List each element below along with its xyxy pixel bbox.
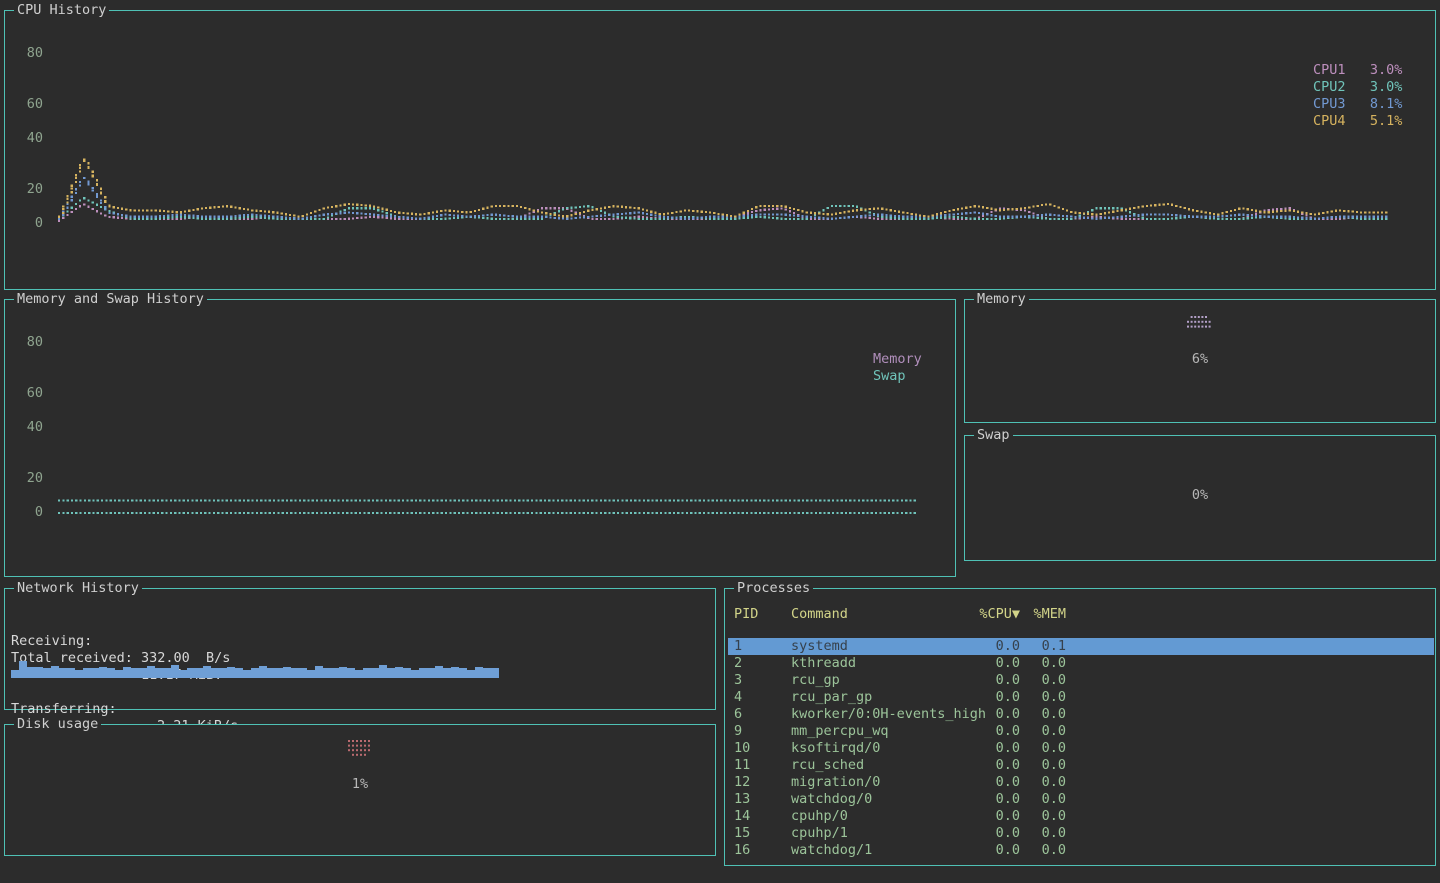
- memory-usage-percent: 6%: [965, 351, 1435, 368]
- system-monitor-screen: CPU History 806040200 CPU1 3.0%CPU2 3.0%…: [0, 0, 1440, 883]
- process-pid: 15: [734, 825, 750, 842]
- process-row[interactable]: 4 rcu_par_gp 0.00.0: [728, 689, 1434, 706]
- process-row[interactable]: 6kworker/0:0H-events_high0.00.0: [728, 706, 1434, 723]
- process-row[interactable]: 2 kthreadd 0.00.0: [728, 655, 1434, 672]
- disk-usage-percent: 1%: [5, 776, 715, 793]
- process-pid: 9: [734, 723, 742, 740]
- process-cpu-percent: 0.0: [910, 689, 1020, 706]
- process-command: mm_percpu_wq: [791, 723, 889, 740]
- process-table-header: PID Command %CPU▼ %MEM: [725, 606, 1435, 623]
- process-pid: 3: [734, 672, 742, 689]
- process-pid: 2: [734, 655, 742, 672]
- process-row[interactable]: 13 watchdog/0 0.00.0: [728, 791, 1434, 808]
- memory-swap-chart: [5, 300, 955, 576]
- process-cpu-percent: 0.0: [910, 706, 1020, 723]
- process-command: ksoftirqd/0: [791, 740, 880, 757]
- process-command: watchdog/0: [791, 791, 872, 808]
- process-row[interactable]: 12 migration/0 0.00.0: [728, 774, 1434, 791]
- disk-usage-panel[interactable]: Disk usage 1%: [4, 724, 716, 856]
- legend-swap: Swap: [873, 368, 906, 385]
- process-command: rcu_gp: [791, 672, 840, 689]
- process-command: cpuhp/1: [791, 825, 848, 842]
- process-mem-percent: 0.0: [1010, 706, 1066, 723]
- process-command: kthreadd: [791, 655, 856, 672]
- network-sparkline: [5, 589, 715, 709]
- process-mem-percent: 0.0: [1010, 842, 1066, 859]
- legend-cpu4: CPU4 5.1%: [1313, 113, 1402, 130]
- process-cpu-percent: 0.0: [910, 825, 1020, 842]
- legend-memory: Memory: [873, 351, 922, 368]
- legend-cpu3: CPU3 8.1%: [1313, 96, 1402, 113]
- process-pid: 1: [734, 638, 742, 655]
- process-row[interactable]: 10 ksoftirqd/0 0.00.0: [728, 740, 1434, 757]
- process-mem-percent: 0.0: [1010, 774, 1066, 791]
- memory-swap-history-panel[interactable]: Memory and Swap History 806040200 Memory…: [4, 299, 956, 577]
- process-row[interactable]: 11 rcu_sched 0.00.0: [728, 757, 1434, 774]
- process-mem-percent: 0.1: [1010, 638, 1066, 655]
- process-command: rcu_sched: [791, 757, 864, 774]
- process-pid: 12: [734, 774, 750, 791]
- swap-gauge-panel[interactable]: Swap 0%: [964, 435, 1436, 561]
- process-pid: 14: [734, 808, 750, 825]
- swap-usage-percent: 0%: [965, 487, 1435, 504]
- cpu-history-panel[interactable]: CPU History 806040200 CPU1 3.0%CPU2 3.0%…: [4, 10, 1436, 290]
- network-history-panel[interactable]: Network History Receiving: 332.00 B/s To…: [4, 588, 716, 710]
- cpu-usage-chart: [5, 11, 1435, 289]
- process-row-selected[interactable]: 1 systemd 0.00.1: [728, 638, 1434, 655]
- process-row[interactable]: 9 mm_percpu_wq 0.00.0: [728, 723, 1434, 740]
- process-mem-percent: 0.0: [1010, 825, 1066, 842]
- process-command: watchdog/1: [791, 842, 872, 859]
- process-pid: 11: [734, 757, 750, 774]
- swap-gauge-title: Swap: [974, 427, 1013, 444]
- process-cpu-percent: 0.0: [910, 842, 1020, 859]
- process-cpu-percent: 0.0: [910, 638, 1020, 655]
- process-mem-percent: 0.0: [1010, 689, 1066, 706]
- column-header-cpu-sorted[interactable]: %CPU▼: [910, 606, 1020, 623]
- process-command: systemd: [791, 638, 848, 655]
- disk-usage-title: Disk usage: [14, 716, 101, 733]
- memory-gauge-arc: [965, 316, 1435, 333]
- process-mem-percent: 0.0: [1010, 757, 1066, 774]
- process-mem-percent: 0.0: [1010, 723, 1066, 740]
- process-mem-percent: 0.0: [1010, 655, 1066, 672]
- column-header-mem[interactable]: %MEM: [1010, 606, 1066, 623]
- process-cpu-percent: 0.0: [910, 757, 1020, 774]
- process-command: rcu_par_gp: [791, 689, 872, 706]
- memory-gauge-title: Memory: [974, 291, 1029, 308]
- process-mem-percent: 0.0: [1010, 808, 1066, 825]
- process-pid: 6: [734, 706, 742, 723]
- process-command: migration/0: [791, 774, 880, 791]
- memory-gauge-panel[interactable]: Memory 6%: [964, 299, 1436, 423]
- column-header-command[interactable]: Command: [791, 606, 848, 623]
- process-pid: 13: [734, 791, 750, 808]
- process-pid: 4: [734, 689, 742, 706]
- process-cpu-percent: 0.0: [910, 723, 1020, 740]
- process-pid: 10: [734, 740, 750, 757]
- process-row[interactable]: 15 cpuhp/1 0.00.0: [728, 825, 1434, 842]
- process-row[interactable]: 3 rcu_gp 0.00.0: [728, 672, 1434, 689]
- legend-cpu2: CPU2 3.0%: [1313, 79, 1402, 96]
- process-cpu-percent: 0.0: [910, 655, 1020, 672]
- process-table-body: 1systemd0.00.12kthreadd0.00.03rcu_gp0.00…: [728, 638, 1434, 859]
- process-cpu-percent: 0.0: [910, 791, 1020, 808]
- process-cpu-percent: 0.0: [910, 740, 1020, 757]
- disk-gauge-arc: [5, 740, 715, 759]
- process-cpu-percent: 0.0: [910, 774, 1020, 791]
- process-mem-percent: 0.0: [1010, 672, 1066, 689]
- column-header-pid[interactable]: PID: [734, 606, 758, 623]
- processes-title: Processes: [734, 580, 813, 597]
- process-pid: 16: [734, 842, 750, 859]
- process-cpu-percent: 0.0: [910, 672, 1020, 689]
- process-row[interactable]: 14 cpuhp/0 0.00.0: [728, 808, 1434, 825]
- processes-panel[interactable]: Processes PID Command %CPU▼ %MEM 1system…: [724, 588, 1436, 866]
- process-cpu-percent: 0.0: [910, 808, 1020, 825]
- process-command: cpuhp/0: [791, 808, 848, 825]
- process-mem-percent: 0.0: [1010, 740, 1066, 757]
- legend-cpu1: CPU1 3.0%: [1313, 62, 1402, 79]
- process-mem-percent: 0.0: [1010, 791, 1066, 808]
- process-row[interactable]: 16 watchdog/1 0.00.0: [728, 842, 1434, 859]
